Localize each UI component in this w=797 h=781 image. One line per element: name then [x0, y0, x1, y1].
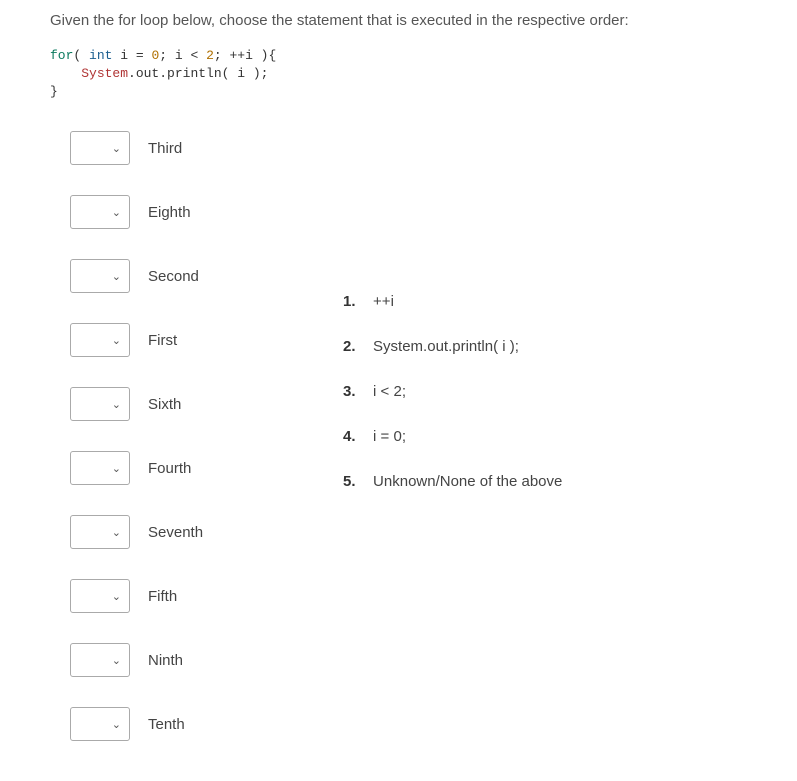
- answer-option: 2. System.out.println( i );: [343, 338, 562, 355]
- chevron-down-icon: ⌄: [112, 398, 121, 411]
- match-dropdown-ninth[interactable]: ⌄: [70, 643, 130, 677]
- code-text: ; i <: [159, 48, 206, 63]
- matching-area: ⌄ Third ⌄ Eighth ⌄ Second ⌄ First ⌄ Sixt…: [50, 131, 747, 771]
- code-text: i =: [112, 48, 151, 63]
- answer-number: 2.: [343, 338, 361, 355]
- match-dropdown-second[interactable]: ⌄: [70, 259, 130, 293]
- answer-number: 3.: [343, 383, 361, 400]
- code-text: .out.println( i );: [128, 66, 268, 81]
- code-keyword-for: for: [50, 48, 73, 63]
- chevron-down-icon: ⌄: [112, 654, 121, 667]
- chevron-down-icon: ⌄: [112, 142, 121, 155]
- code-system: System: [81, 66, 128, 81]
- code-indent: [50, 66, 81, 81]
- match-label: Third: [148, 140, 182, 157]
- chevron-down-icon: ⌄: [112, 334, 121, 347]
- code-text: }: [50, 84, 58, 99]
- answer-number: 4.: [343, 428, 361, 445]
- match-row: ⌄ Eighth: [70, 195, 203, 229]
- chevron-down-icon: ⌄: [112, 462, 121, 475]
- answer-text: ++i: [373, 293, 394, 310]
- match-label: Second: [148, 268, 199, 285]
- answer-option: 3. i < 2;: [343, 383, 562, 400]
- match-row: ⌄ Tenth: [70, 707, 203, 741]
- match-dropdown-eighth[interactable]: ⌄: [70, 195, 130, 229]
- match-dropdown-fourth[interactable]: ⌄: [70, 451, 130, 485]
- chevron-down-icon: ⌄: [112, 526, 121, 539]
- match-label: Fourth: [148, 460, 191, 477]
- match-label: Sixth: [148, 396, 181, 413]
- answer-text: i = 0;: [373, 428, 406, 445]
- match-label: Fifth: [148, 588, 177, 605]
- match-label: Tenth: [148, 716, 185, 733]
- match-label: First: [148, 332, 177, 349]
- code-keyword-int: int: [89, 48, 112, 63]
- answer-option: 1. ++i: [343, 293, 562, 310]
- match-dropdown-third[interactable]: ⌄: [70, 131, 130, 165]
- match-dropdown-fifth[interactable]: ⌄: [70, 579, 130, 613]
- match-column: ⌄ Third ⌄ Eighth ⌄ Second ⌄ First ⌄ Sixt…: [50, 131, 203, 771]
- answer-number: 5.: [343, 473, 361, 490]
- code-text: (: [73, 48, 89, 63]
- answer-text: Unknown/None of the above: [373, 473, 562, 490]
- answer-option: 5. Unknown/None of the above: [343, 473, 562, 490]
- match-dropdown-seventh[interactable]: ⌄: [70, 515, 130, 549]
- match-row: ⌄ Second: [70, 259, 203, 293]
- answer-text: System.out.println( i );: [373, 338, 519, 355]
- question-prompt: Given the for loop below, choose the sta…: [50, 10, 747, 33]
- code-number: 2: [206, 48, 214, 63]
- match-row: ⌄ First: [70, 323, 203, 357]
- chevron-down-icon: ⌄: [112, 718, 121, 731]
- answer-number: 1.: [343, 293, 361, 310]
- chevron-down-icon: ⌄: [112, 590, 121, 603]
- code-block: for( int i = 0; i < 2; ++i ){ System.out…: [50, 47, 747, 102]
- match-row: ⌄ Third: [70, 131, 203, 165]
- match-label: Ninth: [148, 652, 183, 669]
- match-dropdown-tenth[interactable]: ⌄: [70, 707, 130, 741]
- answer-text: i < 2;: [373, 383, 406, 400]
- match-row: ⌄ Ninth: [70, 643, 203, 677]
- match-label: Eighth: [148, 204, 191, 221]
- match-row: ⌄ Fourth: [70, 451, 203, 485]
- chevron-down-icon: ⌄: [112, 206, 121, 219]
- match-row: ⌄ Sixth: [70, 387, 203, 421]
- answer-column: 1. ++i 2. System.out.println( i ); 3. i …: [243, 131, 562, 518]
- match-label: Seventh: [148, 524, 203, 541]
- match-row: ⌄ Fifth: [70, 579, 203, 613]
- chevron-down-icon: ⌄: [112, 270, 121, 283]
- answer-option: 4. i = 0;: [343, 428, 562, 445]
- code-text: ; ++i ){: [214, 48, 276, 63]
- match-dropdown-first[interactable]: ⌄: [70, 323, 130, 357]
- match-row: ⌄ Seventh: [70, 515, 203, 549]
- match-dropdown-sixth[interactable]: ⌄: [70, 387, 130, 421]
